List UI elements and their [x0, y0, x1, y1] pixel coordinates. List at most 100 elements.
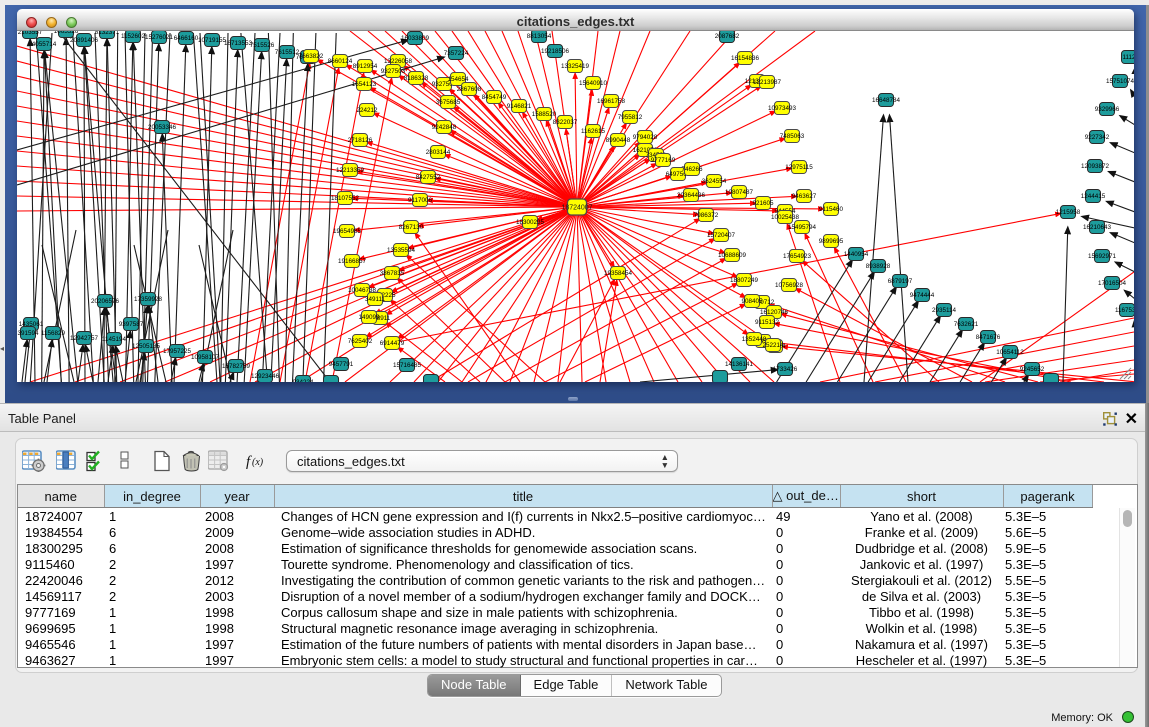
svg-text:1156829: 1156829 [41, 330, 66, 337]
svg-text:10688609: 10688609 [718, 252, 747, 259]
svg-text:1162615: 1162615 [581, 128, 606, 135]
svg-text:10973493: 10973493 [768, 105, 797, 112]
svg-text:2867608: 2867608 [457, 86, 482, 93]
svg-text:7663822: 7663822 [299, 53, 324, 60]
svg-text:18300295: 18300295 [516, 219, 545, 226]
svg-text:908405: 908405 [741, 298, 763, 305]
svg-text:14136141: 14136141 [725, 361, 754, 368]
svg-text:15276021: 15276021 [145, 34, 174, 41]
svg-text:9463627: 9463627 [792, 193, 817, 200]
svg-text:1167533: 1167533 [1115, 307, 1134, 314]
svg-text:20053346: 20053346 [148, 124, 177, 131]
svg-text:15716485: 15716485 [393, 362, 422, 369]
svg-text:9245652: 9245652 [1020, 366, 1045, 373]
svg-text:6914479: 6914479 [380, 340, 405, 347]
svg-text:1733426: 1733426 [773, 366, 798, 373]
svg-text:9327503: 9327503 [381, 68, 406, 75]
svg-text:12093872: 12093872 [1081, 163, 1110, 170]
svg-text:7986372: 7986372 [694, 212, 719, 219]
svg-text:9115460: 9115460 [819, 206, 844, 213]
svg-text:7632621: 7632621 [954, 321, 979, 328]
svg-text:12923446: 12923446 [251, 373, 280, 380]
svg-text:8660124: 8660124 [328, 58, 353, 65]
svg-text:8912954: 8912954 [353, 63, 378, 70]
svg-text:8186328: 8186328 [404, 75, 429, 82]
svg-text:391594: 391594 [17, 330, 39, 337]
svg-text:8471676: 8471676 [976, 334, 1001, 341]
svg-text:10958107: 10958107 [191, 354, 220, 361]
svg-text:9117006: 9117006 [408, 197, 433, 204]
svg-text:12213369: 12213369 [336, 167, 365, 174]
svg-text:149099: 149099 [358, 314, 380, 321]
svg-text:9397587: 9397587 [119, 321, 144, 328]
svg-text:9474444: 9474444 [910, 292, 935, 299]
svg-text:9115132: 9115132 [755, 319, 780, 326]
svg-text:19218506: 19218506 [541, 48, 570, 55]
svg-text:9794028: 9794028 [633, 134, 658, 141]
svg-text:12975115: 12975115 [785, 164, 813, 171]
svg-text:9899695: 9899695 [819, 238, 844, 245]
svg-text:1145194: 1145194 [102, 336, 127, 343]
svg-text:921605: 921605 [752, 200, 774, 207]
svg-text:8938928: 8938928 [866, 263, 891, 270]
svg-text:746266: 746266 [681, 166, 703, 173]
svg-text:16782759: 16782759 [222, 363, 251, 370]
svg-text:9329966: 9329966 [1095, 106, 1120, 113]
svg-text:1152602: 1152602 [121, 33, 146, 40]
svg-text:1440954: 1440954 [844, 251, 869, 258]
svg-text:12505135: 12505135 [132, 343, 161, 350]
svg-text:12213987: 12213987 [753, 79, 782, 86]
svg-text:8990448: 8990448 [606, 137, 631, 144]
svg-text:7625402: 7625402 [348, 338, 373, 345]
svg-text:17359928: 17359928 [134, 296, 163, 303]
svg-text:8132371: 8132371 [95, 31, 120, 36]
svg-text:8267130: 8267130 [399, 224, 424, 231]
svg-text:7357224: 7357224 [444, 50, 469, 57]
svg-text:13325419: 13325419 [561, 63, 590, 70]
svg-text:1654123: 1654123 [352, 81, 377, 88]
svg-text:6466160: 6466160 [174, 35, 199, 42]
svg-text:16961758: 16961758 [597, 98, 626, 105]
svg-text:3867835: 3867835 [380, 270, 405, 277]
svg-text:934224: 934224 [292, 379, 314, 382]
svg-text:8454749: 8454749 [482, 94, 507, 101]
svg-text:9777169: 9777169 [651, 157, 676, 164]
svg-text:19358454: 19358454 [604, 270, 633, 277]
svg-text:1588520: 1588520 [532, 111, 557, 118]
svg-text:18807249: 18807249 [730, 277, 759, 284]
svg-text:15495794: 15495794 [788, 224, 817, 231]
svg-text:1112: 1112 [1122, 54, 1134, 61]
svg-text:9242848: 9242848 [432, 124, 457, 131]
svg-text:9227342: 9227342 [1085, 134, 1110, 141]
svg-text:8813054: 8813054 [527, 33, 552, 40]
svg-text:15751074: 15751074 [1106, 78, 1134, 85]
svg-text:8322037: 8322037 [553, 119, 578, 126]
svg-text:18107552: 18107552 [331, 195, 360, 202]
svg-text:16713553: 16713553 [224, 40, 253, 47]
svg-text:2718126: 2718126 [348, 137, 373, 144]
svg-text:15692971: 15692971 [1088, 253, 1117, 260]
svg-text:13535594: 13535594 [387, 247, 416, 254]
svg-text:12942757: 12942757 [70, 335, 99, 342]
svg-text:20891406: 20891406 [70, 37, 99, 44]
svg-text:2103557: 2103557 [18, 31, 43, 36]
svg-text:3624554: 3624554 [702, 178, 727, 185]
svg-text:7485063: 7485063 [780, 133, 805, 140]
svg-text:252214: 252214 [762, 342, 784, 349]
svg-text:19654985: 19654985 [333, 228, 362, 235]
svg-text:9457791: 9457791 [329, 361, 354, 368]
svg-text:7515526: 7515526 [250, 42, 275, 49]
svg-text:16154836: 16154836 [731, 55, 760, 62]
svg-text:15640910: 15640910 [579, 80, 608, 87]
svg-text:16210643: 16210643 [1083, 224, 1112, 231]
svg-text:(x): (x) [252, 457, 264, 468]
svg-text:18724007: 18724007 [561, 205, 592, 212]
svg-text:17016504: 17016504 [1098, 280, 1127, 287]
svg-text:1244415: 1244415 [1081, 193, 1106, 200]
svg-text:10719155: 10719155 [198, 37, 227, 44]
svg-text:9146821: 9146821 [507, 103, 532, 110]
svg-text:10807487: 10807487 [725, 189, 754, 196]
svg-text:6879197: 6879197 [888, 278, 913, 285]
svg-text:17654923: 17654923 [783, 253, 812, 260]
svg-text:10654112: 10654112 [996, 349, 1024, 356]
